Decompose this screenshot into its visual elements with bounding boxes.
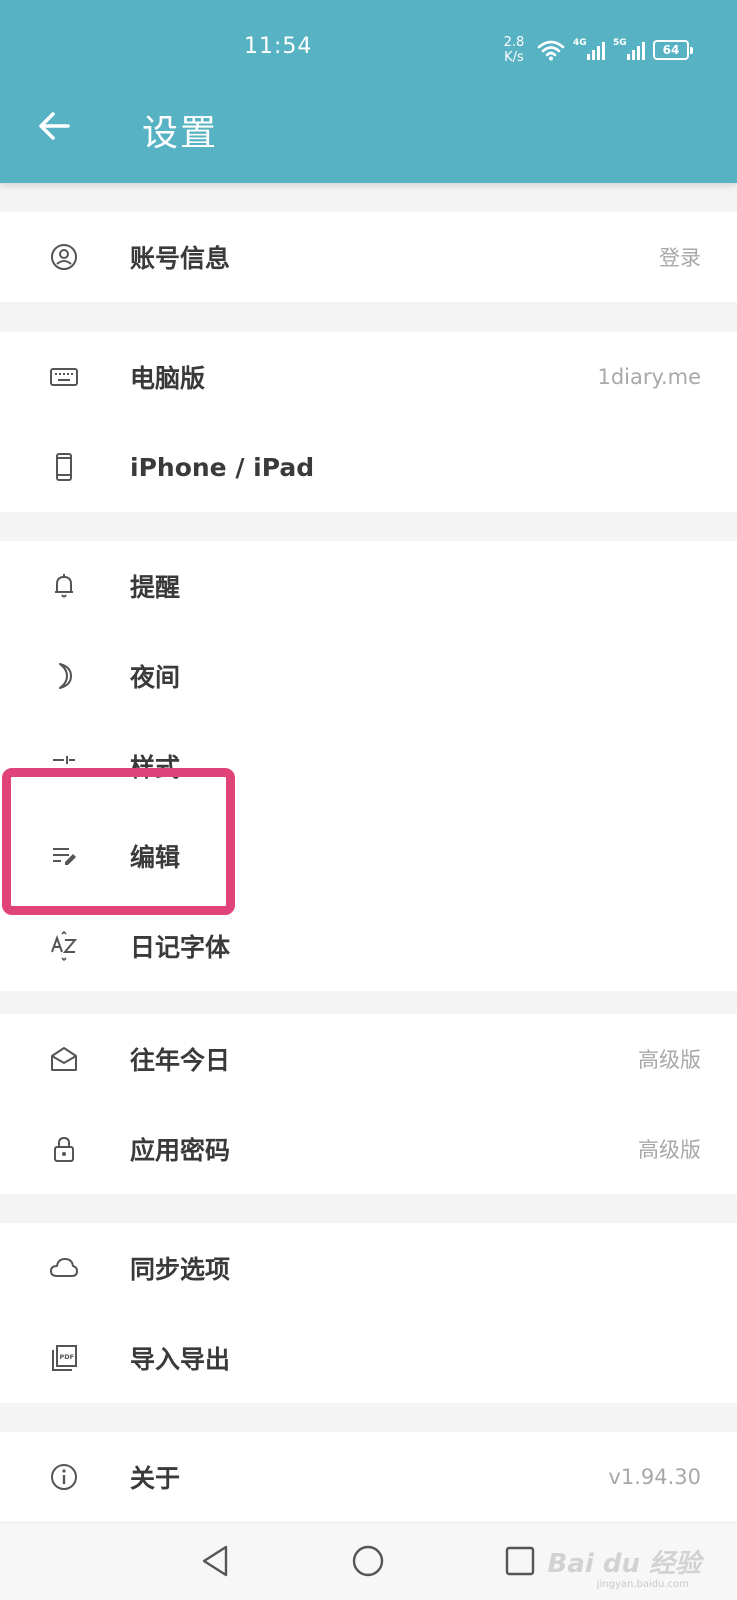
row-label: 样式 bbox=[130, 753, 181, 782]
row-label: 关于 bbox=[130, 1464, 181, 1493]
net-speed: 2.8 K/s bbox=[499, 35, 529, 65]
page-title: 设置 bbox=[142, 113, 219, 154]
row-label: 往年今日 bbox=[130, 1046, 231, 1075]
triangle-back-icon[interactable] bbox=[196, 1541, 236, 1581]
wifi-icon bbox=[537, 40, 565, 61]
status-time: 11:54 bbox=[244, 34, 313, 59]
row-years-ago-today[interactable]: 往年今日 高级版 bbox=[0, 1014, 737, 1104]
pdf-file-icon: PDF bbox=[48, 1342, 80, 1374]
settings-screen: 11:54 2.8 K/s 4G 5G 64 设置 账号信息 登录 电脑版 1d… bbox=[0, 0, 737, 1600]
group-premium: 往年今日 高级版 应用密码 高级版 bbox=[0, 1014, 737, 1194]
row-night[interactable]: 夜间 bbox=[0, 631, 737, 721]
signal-4g-icon: 4G bbox=[573, 38, 605, 60]
system-nav-bar: Bai du 经验 jingyan.baidu.com bbox=[0, 1522, 737, 1600]
info-icon bbox=[48, 1461, 80, 1493]
net-speed-unit: K/s bbox=[504, 50, 524, 65]
cloud-icon bbox=[48, 1252, 80, 1284]
group-preferences: 提醒 夜间 样式 编辑 日记字体 bbox=[0, 541, 737, 991]
signal-5g-tag: 5G bbox=[613, 38, 627, 48]
net-speed-value: 2.8 bbox=[503, 35, 525, 50]
font-az-icon bbox=[48, 930, 80, 962]
group-data: 同步选项 PDF 导入导出 bbox=[0, 1223, 737, 1403]
signal-5g-icon: 5G bbox=[613, 38, 645, 60]
row-value: 高级版 bbox=[638, 1138, 701, 1162]
battery-icon: 64 bbox=[653, 40, 693, 60]
arrow-left-icon[interactable] bbox=[34, 106, 74, 146]
group-clients: 电脑版 1diary.me iPhone / iPad bbox=[0, 332, 737, 512]
row-label: 电脑版 bbox=[130, 364, 206, 393]
row-sync-options[interactable]: 同步选项 bbox=[0, 1223, 737, 1313]
row-edit[interactable]: 编辑 bbox=[0, 811, 737, 901]
row-label: 同步选项 bbox=[130, 1255, 231, 1284]
status-icons: 2.8 K/s 4G 5G 64 bbox=[499, 32, 693, 68]
row-iphone-ipad[interactable]: iPhone / iPad bbox=[0, 422, 737, 512]
row-style[interactable]: 样式 bbox=[0, 721, 737, 811]
circle-home-icon[interactable] bbox=[348, 1541, 388, 1581]
svg-text:PDF: PDF bbox=[60, 1353, 75, 1361]
edit-lines-icon bbox=[48, 840, 80, 872]
square-recent-icon[interactable] bbox=[500, 1541, 540, 1581]
row-label: 日记字体 bbox=[130, 933, 231, 962]
row-about[interactable]: 关于 v1.94.30 bbox=[0, 1432, 737, 1522]
row-import-export[interactable]: PDF 导入导出 bbox=[0, 1313, 737, 1403]
row-value: v1.94.30 bbox=[608, 1465, 701, 1489]
keyboard-icon bbox=[48, 361, 80, 393]
row-app-password[interactable]: 应用密码 高级版 bbox=[0, 1104, 737, 1194]
row-label: 提醒 bbox=[130, 573, 181, 602]
moon-icon bbox=[48, 660, 80, 692]
row-label: 夜间 bbox=[130, 663, 181, 692]
top-bar: 11:54 2.8 K/s 4G 5G 64 设置 bbox=[0, 0, 737, 183]
row-value: 1diary.me bbox=[597, 365, 701, 389]
row-reminder[interactable]: 提醒 bbox=[0, 541, 737, 631]
row-label: iPhone / iPad bbox=[130, 452, 315, 482]
group-account: 账号信息 登录 bbox=[0, 212, 737, 302]
row-label: 导入导出 bbox=[130, 1345, 231, 1374]
row-value: 登录 bbox=[659, 246, 701, 270]
phone-icon bbox=[48, 451, 80, 483]
signal-4g-tag: 4G bbox=[573, 38, 587, 48]
sliders-icon bbox=[48, 750, 80, 782]
row-label: 编辑 bbox=[130, 843, 181, 872]
envelope-open-icon bbox=[48, 1043, 80, 1075]
lock-icon bbox=[48, 1133, 80, 1165]
row-label: 账号信息 bbox=[130, 244, 231, 273]
row-desktop[interactable]: 电脑版 1diary.me bbox=[0, 332, 737, 422]
account-circle-icon bbox=[48, 241, 80, 273]
row-label: 应用密码 bbox=[130, 1136, 231, 1165]
row-diary-font[interactable]: 日记字体 bbox=[0, 901, 737, 991]
watermark-url: jingyan.baidu.com bbox=[596, 1579, 689, 1590]
row-value: 高级版 bbox=[638, 1048, 701, 1072]
row-account-info[interactable]: 账号信息 登录 bbox=[0, 212, 737, 302]
watermark-brand: Bai du 经验 bbox=[547, 1549, 702, 1579]
bell-icon bbox=[48, 570, 80, 602]
group-about: 关于 v1.94.30 bbox=[0, 1432, 737, 1522]
